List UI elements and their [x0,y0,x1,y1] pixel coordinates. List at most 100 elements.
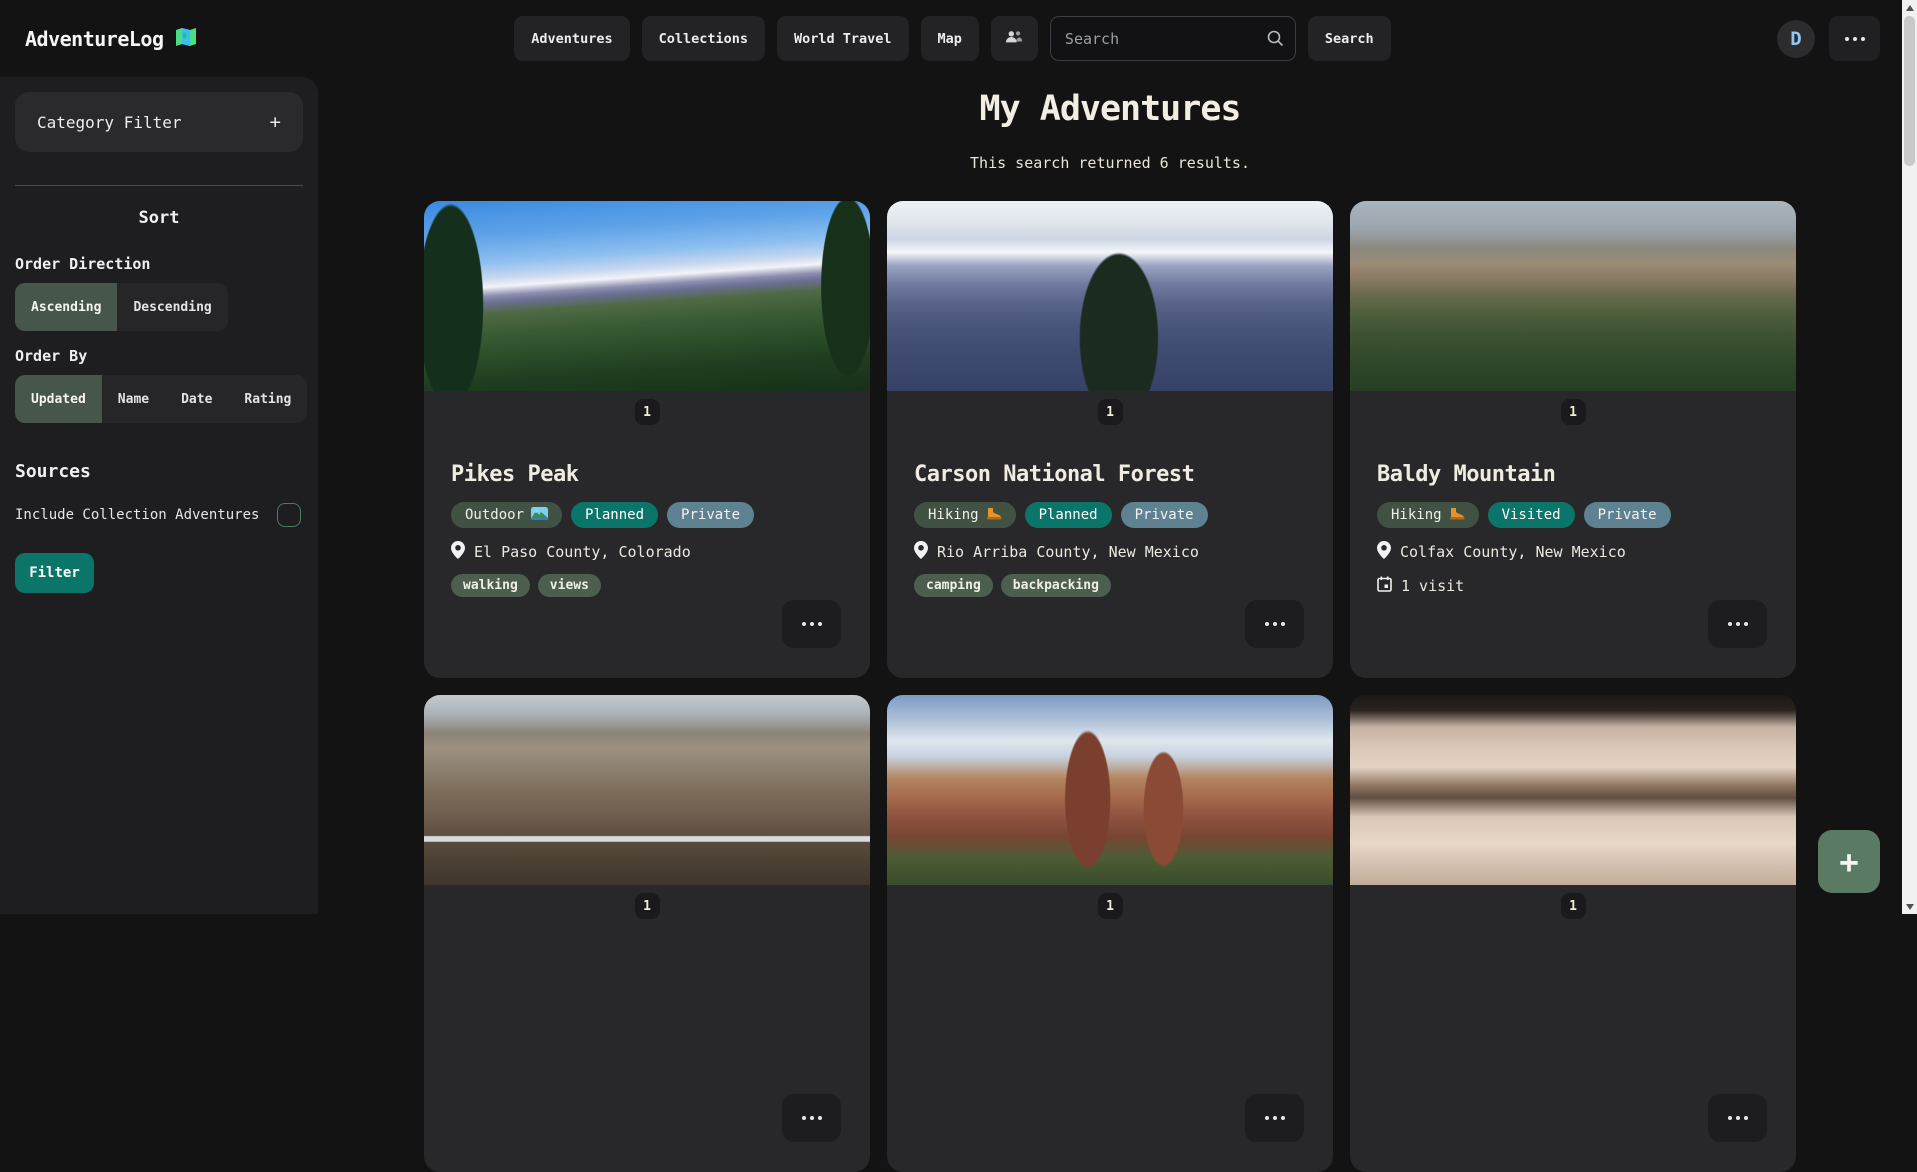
adventure-image [424,201,870,391]
navbar-more-button[interactable] [1829,16,1880,61]
adventure-card: 1 Pikes Peak Outdoor Planne [424,201,870,678]
order-by-name[interactable]: Name [102,375,165,423]
visit-count-badge: 1 [1098,893,1123,919]
tag-badge: backpacking [1001,574,1111,597]
brand[interactable]: AdventureLog [25,25,514,53]
card-more-button[interactable] [1245,1094,1304,1142]
visit-count-badge: 1 [1561,399,1586,425]
filter-button[interactable]: Filter [15,553,94,593]
hiking-boot-icon [1449,507,1465,524]
scroll-up-arrow-icon[interactable] [1902,0,1917,15]
card-body [887,919,1333,956]
adventure-card: 1 Baldy Mountain Hiking Visited Private [1350,201,1796,678]
order-direction-group: AscendingDescending [15,283,228,331]
status-badge: Planned [571,502,658,528]
visit-count-badge: 1 [1561,893,1586,919]
search-button[interactable]: Search [1308,16,1391,61]
card-more-button[interactable] [1708,1094,1767,1142]
adventure-image [1350,201,1796,391]
adventure-title[interactable]: Baldy Mountain [1377,462,1769,487]
visit-count-badge: 1 [635,893,660,919]
order-by-group: UpdatedNameDateRating [15,375,307,423]
card-more-button[interactable] [782,600,841,648]
sidebar-divider [15,185,303,186]
filter-sidebar: Category Filter + Sort Order Direction A… [0,77,318,914]
navbar: AdventureLog Adventures Collections World … [0,0,1902,77]
nav-links: AdventuresCollectionsWorld TravelMap Se [514,16,1390,61]
location-pin-icon [1377,541,1391,563]
location-pin-icon [914,541,928,563]
tag-badge: views [538,574,601,597]
location-pin-icon [451,541,465,563]
card-body: Pikes Peak Outdoor Planned Pri [424,425,870,597]
order-by-date[interactable]: Date [165,375,228,423]
hiking-boot-icon [986,507,1002,524]
adventure-image [887,695,1333,885]
location-row: Colfax County, New Mexico [1377,541,1769,563]
status-badge: Visited [1488,502,1575,528]
search-icon [1265,28,1285,52]
scrollbar[interactable] [1902,0,1917,914]
visit-count-badge: 1 [1098,399,1123,425]
order-direction-ascending[interactable]: Ascending [15,283,117,331]
visibility-badge: Private [667,502,754,528]
brand-name: AdventureLog [25,27,164,51]
order-direction-descending[interactable]: Descending [117,283,227,331]
tag-badge: walking [451,574,530,597]
card-body [424,919,870,956]
main-content: My Adventures This search returned 6 res… [318,77,1902,914]
search-box [1050,16,1296,61]
avatar[interactable]: D [1777,20,1815,58]
adventure-title[interactable]: Pikes Peak [451,462,843,487]
card-more-button[interactable] [1245,600,1304,648]
landscape-icon [531,507,548,524]
sort-title: Sort [15,208,303,228]
expand-plus-icon: + [270,111,281,133]
status-badge: Planned [1025,502,1112,528]
search-input[interactable] [1050,16,1296,61]
order-by-updated[interactable]: Updated [15,375,102,423]
nav-link-adventures[interactable]: Adventures [514,16,629,61]
adventure-title[interactable]: Carson National Forest [914,462,1306,487]
category-badge: Hiking [1377,502,1479,528]
visits-text: 1 visit [1401,577,1464,595]
badge-row: Hiking Planned Private [914,502,1306,528]
visibility-badge: Private [1584,502,1671,528]
ellipsis-icon [1845,37,1865,41]
sources-label: Sources [15,461,303,482]
category-badge: Outdoor [451,502,562,528]
card-more-button[interactable] [782,1094,841,1142]
adventure-card: 1 [424,695,870,1172]
location-text: Rio Arriba County, New Mexico [937,543,1199,561]
adventure-image [887,201,1333,391]
card-body: Carson National Forest Hiking Planned Pr… [887,425,1333,597]
include-collection-label: Include Collection Adventures [15,507,259,523]
badge-row: Outdoor Planned Private [451,502,843,528]
scroll-down-arrow-icon[interactable] [1906,904,1914,910]
adventure-card: 1 Carson National Forest Hiking Planned … [887,201,1333,678]
users-button[interactable] [991,16,1038,61]
nav-link-collections[interactable]: Collections [642,16,765,61]
card-body [1350,919,1796,956]
category-badge: Hiking [914,502,1016,528]
tags-row: campingbackpacking [914,574,1306,597]
card-more-button[interactable] [1708,600,1767,648]
nav-link-map[interactable]: Map [921,16,979,61]
calendar-icon [1377,576,1392,596]
scrollbar-thumb[interactable] [1904,16,1915,166]
navbar-right: D [1391,16,1902,61]
add-adventure-button[interactable]: + [1818,830,1880,893]
adventure-card: 1 [1350,695,1796,1172]
card-body: Baldy Mountain Hiking Visited Private [1350,425,1796,596]
visibility-badge: Private [1121,502,1208,528]
category-filter-toggle[interactable]: Category Filter + [15,92,303,152]
page-title: My Adventures [318,89,1902,129]
location-text: El Paso County, Colorado [474,543,691,561]
order-by-rating[interactable]: Rating [228,375,307,423]
include-collection-checkbox[interactable] [277,503,301,527]
location-text: Colfax County, New Mexico [1400,543,1626,561]
nav-link-world-travel[interactable]: World Travel [777,16,909,61]
map-logo-icon [174,25,198,53]
adventure-grid: 1 Pikes Peak Outdoor Planne [424,201,1796,1172]
results-count-text: This search returned 6 results. [318,154,1902,172]
